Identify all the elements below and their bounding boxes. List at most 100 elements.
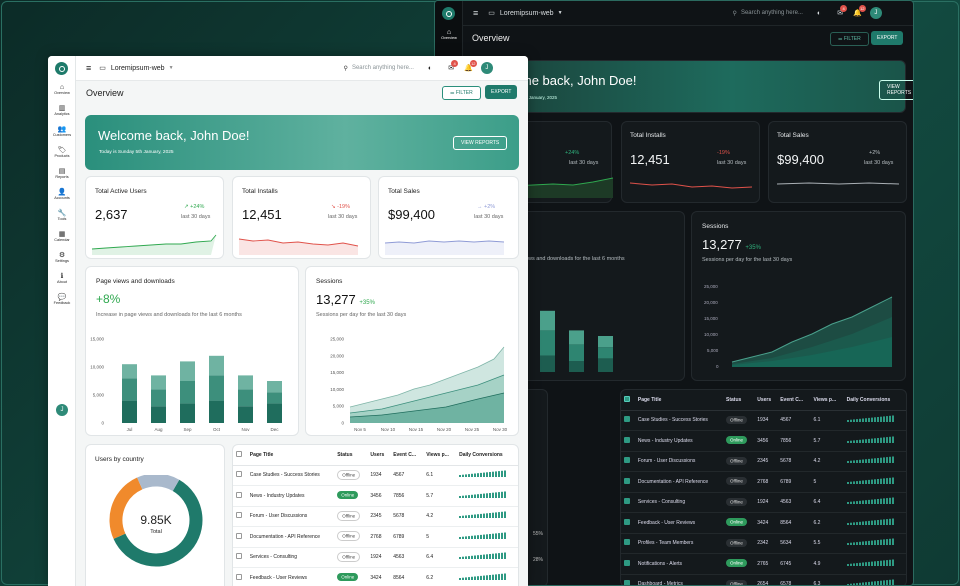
kpi-period: last 30 days [569,160,599,166]
logo-icon[interactable] [442,7,455,20]
row-checkbox[interactable] [624,559,630,566]
row-checkbox[interactable] [236,512,242,519]
view-reports-button[interactable]: VIEW REPORTS [879,80,913,100]
trend-up-icon: ↗ [184,204,189,210]
view-reports-button[interactable]: VIEW REPORTS [453,136,508,150]
chevron-down-icon[interactable]: ▼ [558,10,563,16]
export-button[interactable]: EXPORT [485,85,518,99]
table-row[interactable]: Services - Consulting Offline 1924 4563 6.… [233,547,518,568]
table-row[interactable]: News - Industry Updates Online 3456 7856 5… [621,431,906,451]
table-row[interactable]: Dashboard - Metrics Offline 2654 6578 6.3 [621,574,906,585]
mail-icon[interactable]: ✉ 4 [448,60,459,72]
sidebar-item-feedback[interactable]: 💬 Feedback [48,293,76,306]
menu-icon[interactable]: ≡ [86,63,91,73]
kpi-card-2: Total Sales $99,400 → +2% last 30 days [378,176,519,259]
bar-segment [540,355,555,372]
table-row[interactable]: Feedback - User Reviews Online 3424 8564 6… [233,568,518,586]
y-tick-label: 5,000 [333,404,345,409]
bar-segment [598,347,613,359]
sidebar-item-about[interactable]: ℹ About [48,272,76,285]
row-checkbox[interactable] [236,553,242,560]
dark-search[interactable]: ⚲ Search anything here... [733,10,803,17]
browser-icon: ▭ [488,10,495,17]
table-row[interactable]: Case Studies - Success Stories Offline 1… [621,410,906,431]
dark-pages-table: Page Title Status Users Event C... Views p..… [621,390,906,585]
select-all-checkbox[interactable] [624,395,630,402]
search-icon: ⚲ [343,65,348,72]
row-checkbox[interactable] [236,471,242,478]
dark-kpi-spark-installs [629,182,753,189]
donut-total: 9.85K [140,513,172,527]
theme-toggle-icon[interactable]: ◐ [817,10,821,17]
table-row[interactable]: Documentation - API Reference Offline 27… [621,472,906,492]
table-row[interactable]: Case Studies - Success Stories Offline 1… [233,465,518,486]
table-row[interactable]: Notifications - Alerts Online 2765 6745 4.… [621,554,906,574]
avatar[interactable]: J [480,62,493,74]
sidebar-avatar[interactable]: J [56,404,68,416]
svg-text:25,000: 25,000 [704,284,718,289]
customers-icon: 👥 [57,125,67,133]
table-row[interactable]: Documentation - API Reference Offline 27… [233,527,518,547]
bar-segment [540,330,555,356]
sidebar-item-customers[interactable]: 👥 Customers [48,125,76,138]
table-card: Page Title Status Users Event C... Views p..… [232,444,519,586]
row-checkbox[interactable] [624,518,630,525]
menu-icon[interactable]: ≡ [473,8,478,18]
sidebar-item-products[interactable]: 🏷 Products [48,146,76,159]
row-checkbox[interactable] [624,457,630,464]
avatar[interactable]: J [869,7,882,19]
bar-segment [569,330,584,345]
status-badge: Online [726,436,748,445]
bell-icon[interactable]: 🔔 12 [853,5,866,17]
row-checkbox[interactable] [624,580,630,585]
row-checkbox[interactable] [624,436,630,443]
kpi-card-1: Total Installs 12,451 ↘ -19% last 30 day… [232,176,371,259]
conversion-sparkbars [846,579,894,585]
theme-toggle-icon[interactable]: ◐ [428,65,432,72]
conversion-sparkbars [459,532,507,539]
row-checkbox[interactable] [624,539,630,546]
kpi-sparkline [238,238,359,255]
dark-sessions-chart: 25,000 20,000 15,000 10,000 5,000 0 [704,284,893,369]
row-checkbox[interactable] [236,532,242,539]
site-selector[interactable]: Loremipsum-web [111,65,165,72]
table-row[interactable]: Feedback - User Reviews Online 3424 8564 6… [621,513,906,533]
row-checkbox[interactable] [624,477,630,484]
chevron-down-icon[interactable]: ▼ [169,65,174,71]
sidebar-item-settings[interactable]: ⚙ Settings [48,251,76,264]
conversion-sparkbars [846,436,894,443]
filter-button[interactable]: ⚌ FILTER [442,86,481,100]
table-row[interactable]: Profiles - Team Members Offline 2342 5634… [621,533,906,554]
row-checkbox[interactable] [236,573,242,580]
site-selector[interactable]: Loremipsum-web [500,10,554,17]
row-checkbox[interactable] [624,416,630,423]
donut-slice [137,475,180,492]
mail-icon[interactable]: ✉ 4 [837,5,848,17]
row-checkbox[interactable] [624,498,630,505]
x-tick-label: Aug [154,427,163,432]
bell-icon[interactable]: 🔔 12 [464,60,477,72]
sidebar-item-reports[interactable]: ▤ Reports [48,167,76,180]
filter-button[interactable]: ⚌ FILTER [830,32,869,46]
row-checkbox[interactable] [236,491,242,498]
sidebar-item-accounts[interactable]: 👤 Accounts [48,188,76,201]
x-tick-label: Nov 10 [381,427,396,432]
bar-segment [209,355,224,376]
sidebar-item-calendar[interactable]: ▦ Calendar [48,230,76,243]
dark-nav-overview[interactable]: ⌂ Overview [435,28,463,41]
conversion-sparkbars [459,470,507,478]
table-row[interactable]: Services - Consulting Offline 1924 4563 6.… [621,492,906,513]
sidebar-item-tools[interactable]: 🔧 Tools [48,209,76,222]
select-all-checkbox[interactable] [236,450,242,457]
light-search[interactable]: ⚲ Search anything here... [344,65,414,72]
settings-icon: ⚙ [58,251,66,259]
status-badge: Offline [337,469,361,480]
logo-icon[interactable] [55,62,68,75]
table-row[interactable]: Forum - User Discussions Offline 2345 567… [621,451,906,472]
table-row[interactable]: News - Industry Updates Online 3456 7856 5… [233,486,518,506]
table-row[interactable]: Forum - User Discussions Offline 2345 567… [233,506,518,527]
export-button[interactable]: EXPORT [871,31,904,45]
sidebar-item-analytics[interactable]: ▥ Analytics [48,104,76,117]
bar-segment [180,381,195,404]
sidebar-item-overview[interactable]: ⌂ Overview [48,83,76,96]
